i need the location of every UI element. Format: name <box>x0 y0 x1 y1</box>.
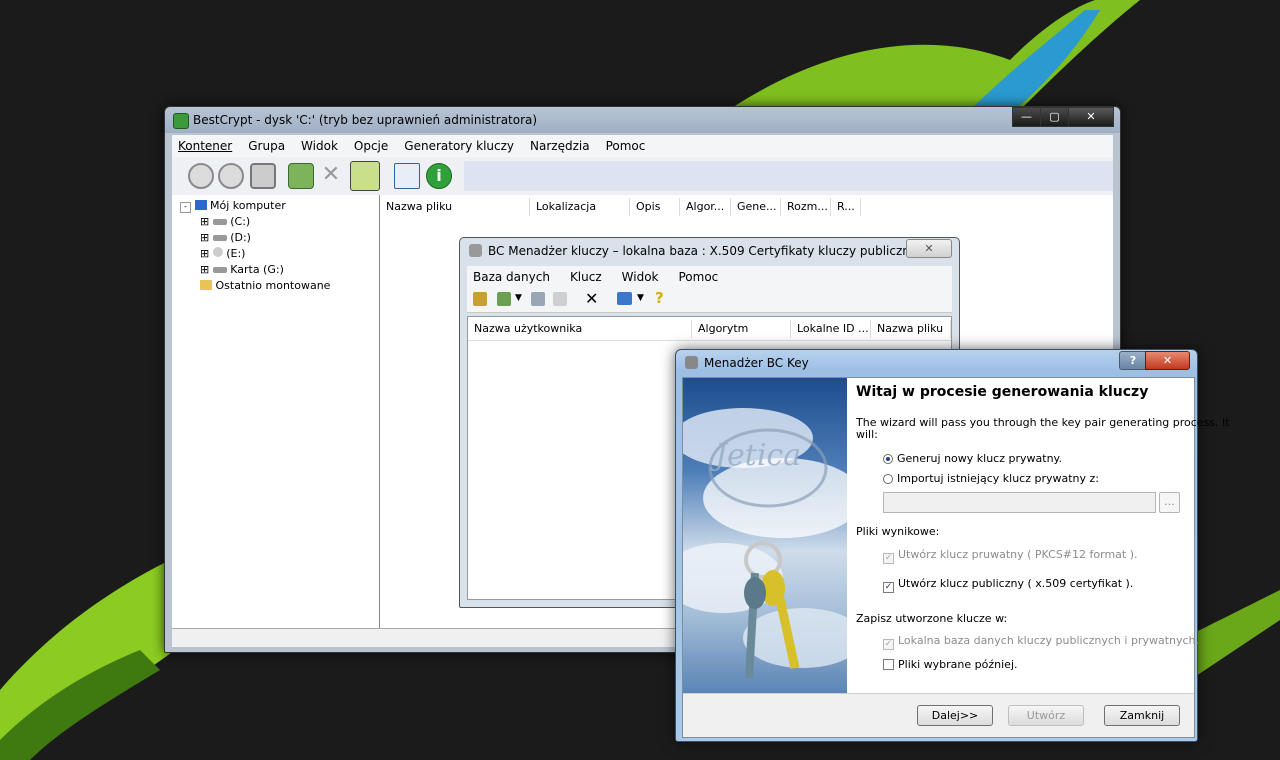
menu-bar: Kontener Grupa Widok Opcje Generatory kl… <box>172 135 1113 157</box>
new-container-icon[interactable] <box>288 163 314 189</box>
col-nazwa-pliku[interactable]: Nazwa pliku <box>380 198 530 216</box>
close-button[interactable]: ✕ <box>1068 107 1114 127</box>
tree-drive-g[interactable]: ⊞ Karta (G:) <box>200 263 284 276</box>
col-algorytm[interactable]: Algorytm <box>692 320 791 338</box>
info-icon[interactable]: i <box>426 163 452 189</box>
col-rozmiar[interactable]: Rozm... <box>781 198 831 216</box>
computer-icon <box>194 200 207 210</box>
radio-button[interactable] <box>883 454 893 464</box>
wizard-content: Witaj w procesie generowania kluczy The … <box>847 378 1230 693</box>
key-toolbar: ▼ ✕ ▼ ? <box>467 288 952 313</box>
maximize-button[interactable]: ▢ <box>1040 107 1069 127</box>
drive-icon <box>212 235 227 241</box>
keys-illustration <box>683 408 847 679</box>
main-toolbar: ✕ i <box>172 157 1113 196</box>
menu-opcje[interactable]: Opcje <box>354 139 388 153</box>
view-icon[interactable] <box>617 292 632 305</box>
tree-drive-e[interactable]: ⊞ (E:) <box>200 247 245 260</box>
help-button[interactable]: ? <box>1119 351 1147 370</box>
jetico-logo-text: Jetica <box>715 438 802 473</box>
bestcrypt-app-icon <box>173 113 189 129</box>
wizard-heading: Witaj w procesie generowania kluczy <box>856 384 1149 400</box>
wizard-side-image: Jetica <box>683 378 847 693</box>
window-title: BestCrypt - dysk 'C:' (tryb bez uprawnie… <box>193 113 538 127</box>
calendar-icon[interactable] <box>394 163 420 189</box>
title-bar[interactable]: BestCrypt - dysk 'C:' (tryb bez uprawnie… <box>165 107 1120 133</box>
menu-grupa[interactable]: Grupa <box>248 139 285 153</box>
menu-narzedzia[interactable]: Narzędzia <box>530 139 590 153</box>
menu-widok[interactable]: Widok <box>301 139 338 153</box>
chk-private-key[interactable]: ✓ Utwórz klucz pruwatny ( PKCS#12 format … <box>883 548 1138 564</box>
menu-bar: Baza danych Klucz Widok Pomoc <box>467 266 952 288</box>
checkbox-checked[interactable]: ✓ <box>883 553 894 564</box>
checkbox-checked[interactable]: ✓ <box>883 582 894 593</box>
close-button[interactable]: ✕ <box>1145 351 1190 370</box>
dropdown-arrow-icon[interactable]: ▼ <box>637 293 644 303</box>
delete-icon[interactable]: ✕ <box>318 163 344 189</box>
dismount-icon[interactable] <box>218 163 244 189</box>
new-key-icon[interactable] <box>473 292 487 306</box>
menu-generatory-kluczy[interactable]: Generatory kluczy <box>404 139 514 153</box>
menu-baza-danych[interactable]: Baza danych <box>473 270 550 284</box>
delete-icon[interactable]: ✕ <box>585 289 598 308</box>
drive-tree: - Mój komputer ⊞ (C:) ⊞ (D:) ⊞ (E:) ⊞ Ka… <box>172 195 380 628</box>
next-button[interactable]: Dalej>> <box>917 705 993 726</box>
toolbar-spacer <box>464 161 1113 191</box>
menu-klucz[interactable]: Klucz <box>570 270 602 284</box>
chk-files-later[interactable]: Pliki wybrane później. <box>883 658 1018 671</box>
menu-pomoc[interactable]: Pomoc <box>679 270 719 284</box>
dropdown-arrow-icon[interactable]: ▼ <box>515 293 522 303</box>
import-icon[interactable] <box>497 292 511 306</box>
key-manager-icon <box>469 244 482 257</box>
folder-icon <box>200 280 212 290</box>
wizard-intro-line2: will: <box>856 428 878 441</box>
minimize-button[interactable]: — <box>1012 107 1041 127</box>
output-files-label: Pliki wynikowe: <box>856 525 940 538</box>
col-generator[interactable]: Gene... <box>731 198 781 216</box>
chk-public-key[interactable]: ✓ Utwórz klucz publiczny ( x.509 certyfik… <box>883 577 1133 593</box>
window-title: BC Menadżer kluczy – lokalna baza : X.50… <box>488 244 932 258</box>
tree-recent[interactable]: Ostatnio montowane <box>200 279 330 292</box>
cdrom-icon <box>212 247 223 257</box>
tree-drive-d[interactable]: ⊞ (D:) <box>200 231 251 244</box>
col-r[interactable]: R... <box>831 198 861 216</box>
radio-button[interactable] <box>883 474 893 484</box>
close-button[interactable]: ✕ <box>906 239 952 258</box>
export-icon[interactable] <box>531 292 545 306</box>
menu-widok[interactable]: Widok <box>622 270 659 284</box>
checkbox-unchecked[interactable] <box>883 659 894 670</box>
radio-generate-new[interactable]: Generuj nowy klucz prywatny. <box>883 452 1062 465</box>
help-icon[interactable]: ? <box>655 289 664 307</box>
wizard-intro: The wizard will pass you through the key… <box>856 416 1230 429</box>
tree-root[interactable]: - Mój komputer <box>180 199 286 213</box>
save-location-label: Zapisz utworzone klucze w: <box>856 612 1008 625</box>
radio-import-existing[interactable]: Importuj istniejący klucz prywatny z: <box>883 472 1099 485</box>
close-wizard-button[interactable]: Zamknij <box>1104 705 1180 726</box>
col-opis[interactable]: Opis <box>630 198 680 216</box>
menu-kontener[interactable]: Kontener <box>178 139 232 153</box>
properties-icon[interactable] <box>553 292 567 306</box>
menu-pomoc[interactable]: Pomoc <box>606 139 646 153</box>
window-title: Menadżer BC Key <box>704 356 809 370</box>
browse-button[interactable]: ... <box>1159 492 1180 513</box>
col-lokalne-id[interactable]: Lokalne ID ... <box>791 320 871 338</box>
mount-icon[interactable] <box>188 163 214 189</box>
tree-drive-c[interactable]: ⊞ (C:) <box>200 215 250 228</box>
shield-icon[interactable] <box>350 161 380 191</box>
col-algorytm[interactable]: Algor... <box>680 198 731 216</box>
container-properties-icon[interactable] <box>250 163 276 189</box>
create-button[interactable]: Utwórz <box>1008 705 1084 726</box>
import-path-input[interactable] <box>883 492 1156 513</box>
chk-local-db[interactable]: ✓ Lokalna baza danych kluczy publicznych … <box>883 634 1199 650</box>
drive-icon <box>212 267 227 273</box>
title-bar[interactable]: BC Menadżer kluczy – lokalna baza : X.50… <box>460 238 959 264</box>
key-manager-icon <box>685 356 698 369</box>
col-nazwa-uzytkownika[interactable]: Nazwa użytkownika <box>468 320 692 338</box>
key-wizard-dialog: Menadżer BC Key ? ✕ Jetica Witaj w proce… <box>675 349 1230 742</box>
col-lokalizacja[interactable]: Lokalizacja <box>530 198 630 216</box>
checkbox-checked[interactable]: ✓ <box>883 639 894 650</box>
title-bar[interactable]: Menadżer BC Key ? ✕ <box>676 350 1197 376</box>
drive-icon <box>212 219 227 225</box>
col-nazwa-pliku[interactable]: Nazwa pliku <box>871 320 951 338</box>
